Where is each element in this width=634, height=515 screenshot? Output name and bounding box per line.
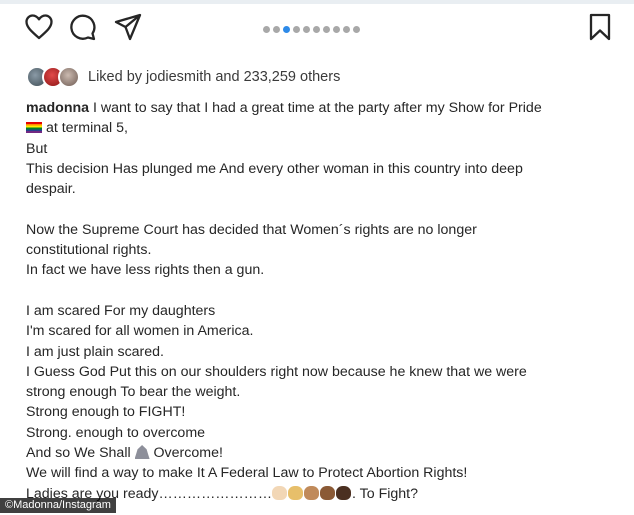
flexed-biceps-emoji [336,485,352,500]
carousel-dot[interactable] [333,26,340,33]
comment-icon[interactable] [67,12,97,42]
caption-line: And so We Shall [26,445,135,462]
top-strip [0,0,634,4]
likes-summary: Liked by jodiesmith and 233,259 others [26,66,340,88]
caption-line: This decision Has plunged me And every o… [26,160,523,177]
caption-line: at terminal 5, [42,120,128,137]
caption-line: I am scared For my daughters [26,302,216,319]
carousel-pager [263,26,360,33]
flexed-biceps-emoji [272,485,288,500]
caption-line: . To Fight? [352,485,418,502]
post-caption: madonna I want to say that I had a great… [26,98,621,504]
bookmark-icon[interactable] [585,12,615,42]
carousel-dot[interactable] [273,26,280,33]
liker-avatars[interactable] [26,66,84,88]
carousel-dot[interactable] [323,26,330,33]
caption-line: We will find a way to make It A Federal … [26,465,468,482]
caption-line: But [26,140,48,157]
heart-icon[interactable] [24,12,54,42]
caption-username[interactable]: madonna [26,100,89,116]
carousel-dot[interactable] [313,26,320,33]
photo-credit: ©Madonna/Instagram [0,498,116,513]
flexed-biceps-emoji [288,485,304,500]
flexed-biceps-emoji [320,485,336,500]
caption-line: Strong enough to FIGHT! [26,404,186,421]
caption-line: I'm scared for all women in America. [26,323,254,340]
carousel-dot[interactable] [263,26,270,33]
carousel-dot[interactable] [353,26,360,33]
carousel-dot-active[interactable] [283,26,290,33]
share-icon[interactable] [113,12,143,42]
liker-username[interactable]: jodiesmith [146,69,211,85]
likes-text: Liked by jodiesmith and 233,259 others [88,69,340,85]
praying-hands-emoji [134,445,150,460]
caption-line: I want to say that I had a great time at… [89,100,542,116]
caption-line: constitutional rights. [26,242,152,259]
caption-line: Now the Supreme Court has decided that W… [26,221,477,238]
caption-line: Strong. enough to overcome [26,424,206,441]
likes-suffix: others [296,69,341,85]
avatar [58,66,80,88]
likes-count[interactable]: 233,259 [244,69,296,85]
post-action-bar [0,12,634,52]
carousel-dot[interactable] [303,26,310,33]
caption-line: I Guess God Put this on our shoulders ri… [26,363,527,380]
caption-line: despair. [26,181,76,198]
caption-line: strong enough To bear the weight. [26,384,241,401]
caption-line: Overcome! [149,445,223,462]
carousel-dot[interactable] [293,26,300,33]
likes-prefix: Liked by [88,69,147,85]
caption-line: I am just plain scared. [26,343,164,360]
caption-line: In fact we have less rights then a gun. [26,262,265,279]
carousel-dot[interactable] [343,26,350,33]
pride-flag-emoji [26,122,42,134]
likes-middle: and [211,69,244,85]
flexed-biceps-emoji [304,485,320,500]
